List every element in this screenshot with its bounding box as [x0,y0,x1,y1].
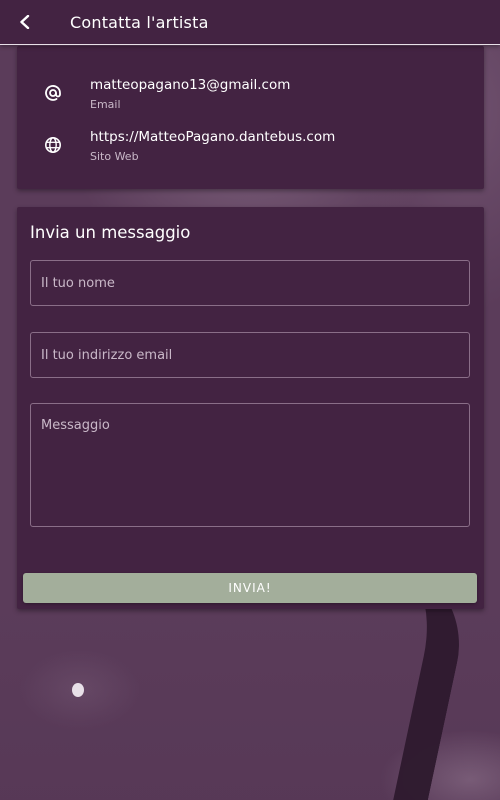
name-input[interactable] [30,260,470,306]
chevron-left-icon [20,15,30,29]
app-bar: Contatta l'artista [0,0,500,45]
contact-email-value: matteopagano13@gmail.com [90,77,291,93]
background-highlight [72,683,84,697]
message-textarea[interactable] [30,403,470,527]
contact-website-value: https://MatteoPagano.dantebus.com [90,129,336,145]
message-form-card: Invia un messaggio INVIA! [17,207,484,609]
contact-info-card: matteopagano13@gmail.com Email https://M… [17,46,484,189]
send-button[interactable]: INVIA! [23,573,477,603]
contact-website-label: Sito Web [90,150,139,163]
back-button[interactable] [0,0,50,45]
form-title: Invia un messaggio [30,223,191,242]
globe-icon [43,135,63,155]
contact-email-label: Email [90,98,121,111]
contact-website-row[interactable]: https://MatteoPagano.dantebus.com Sito W… [17,129,484,173]
at-sign-icon [43,83,63,103]
email-input[interactable] [30,332,470,378]
page-title: Contatta l'artista [70,12,209,32]
contact-email-row[interactable]: matteopagano13@gmail.com Email [17,77,484,121]
